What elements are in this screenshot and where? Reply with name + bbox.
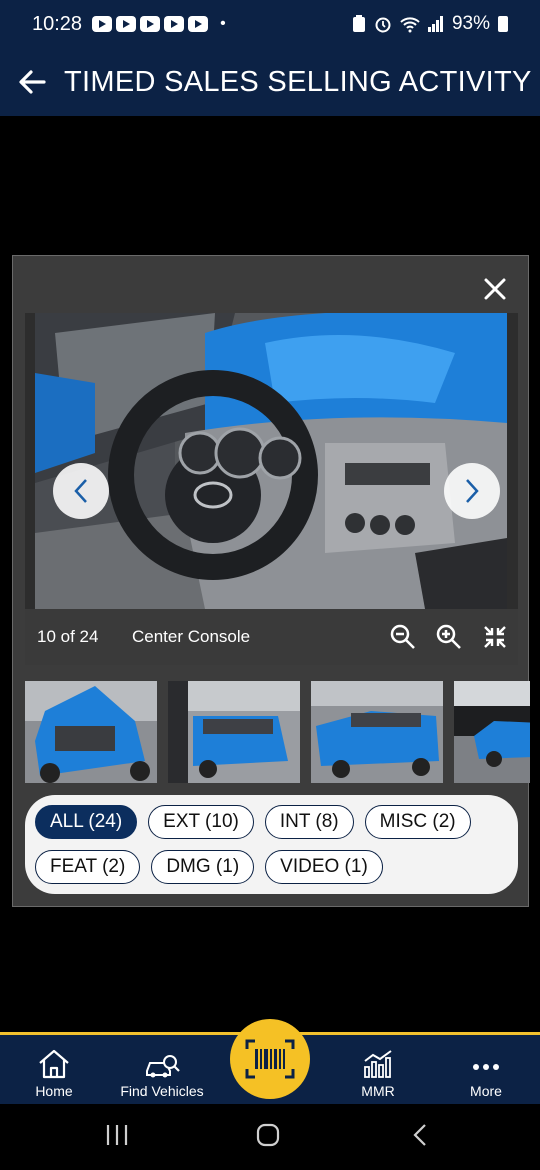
youtube-notification-icon bbox=[188, 16, 209, 32]
nav-more[interactable]: More bbox=[432, 1035, 540, 1107]
vehicle-interior-image bbox=[35, 313, 507, 609]
filter-chip-all[interactable]: ALL (24) bbox=[35, 805, 138, 839]
home-icon bbox=[39, 1049, 69, 1079]
zoom-in-button[interactable] bbox=[426, 609, 472, 665]
filter-chip-video[interactable]: VIDEO (1) bbox=[265, 850, 383, 884]
thumbnail[interactable] bbox=[25, 681, 157, 783]
nav-home[interactable]: Home bbox=[0, 1035, 108, 1107]
battery-saver-icon bbox=[352, 15, 365, 32]
thumbnail-strip[interactable] bbox=[25, 681, 530, 783]
back-system-icon[interactable] bbox=[408, 1122, 434, 1148]
back-button[interactable] bbox=[0, 48, 64, 116]
exit-fullscreen-button[interactable] bbox=[472, 609, 518, 665]
thumbnail[interactable] bbox=[454, 681, 530, 783]
battery-percent: 93% bbox=[451, 13, 490, 34]
photo-gallery-modal: 10 of 24 Center Console ALL (24) EXT (10… bbox=[12, 255, 530, 907]
nav-find-vehicles-label: Find Vehicles bbox=[120, 1083, 204, 1099]
nav-mmr-label: MMR bbox=[361, 1083, 395, 1099]
mmr-chart-icon bbox=[364, 1050, 392, 1078]
more-icon bbox=[473, 1064, 499, 1070]
status-bar: 10:28 • 93% bbox=[0, 0, 540, 48]
collapse-icon bbox=[484, 626, 506, 648]
nav-home-label: Home bbox=[35, 1083, 73, 1099]
photo-caption-bar: 10 of 24 Center Console bbox=[25, 609, 518, 665]
nav-mmr[interactable]: MMR bbox=[324, 1035, 432, 1107]
zoom-out-icon bbox=[390, 624, 415, 649]
close-icon bbox=[484, 278, 506, 300]
previous-photo-button[interactable] bbox=[53, 463, 109, 519]
alarm-icon bbox=[375, 17, 391, 33]
chevron-right-icon bbox=[466, 479, 479, 503]
youtube-notification-icon bbox=[116, 16, 137, 32]
find-vehicles-icon bbox=[146, 1055, 180, 1078]
filter-chip-ext[interactable]: EXT (10) bbox=[148, 805, 254, 839]
barcode-scan-icon bbox=[245, 1039, 295, 1079]
youtube-notification-icon bbox=[92, 16, 113, 32]
nav-find-vehicles[interactable]: Find Vehicles bbox=[108, 1035, 216, 1107]
thumbnail[interactable] bbox=[168, 681, 300, 783]
close-button[interactable] bbox=[480, 274, 510, 304]
filter-chip-int[interactable]: INT (8) bbox=[264, 805, 354, 839]
filter-chip-dmg[interactable]: DMG (1) bbox=[151, 850, 255, 884]
filter-chip-misc[interactable]: MISC (2) bbox=[364, 805, 471, 839]
next-photo-button[interactable] bbox=[444, 463, 500, 519]
page-title: TIMED SALES SELLING ACTIVITY bbox=[64, 65, 532, 98]
zoom-in-icon bbox=[436, 624, 461, 649]
recent-apps-icon[interactable] bbox=[104, 1122, 130, 1148]
status-time: 10:28 bbox=[32, 12, 83, 35]
system-navigation-bar bbox=[0, 1104, 540, 1170]
app-header: TIMED SALES SELLING ACTIVITY bbox=[0, 48, 540, 116]
youtube-notification-icon bbox=[164, 16, 185, 32]
signal-icon bbox=[427, 16, 443, 32]
photo-viewer[interactable]: 10 of 24 Center Console bbox=[25, 313, 518, 665]
photo-caption: Center Console bbox=[132, 627, 251, 646]
chevron-left-icon bbox=[74, 479, 87, 503]
more-notifications-icon: • bbox=[220, 15, 226, 32]
filter-chip-feat[interactable]: FEAT (2) bbox=[35, 850, 141, 884]
wifi-icon bbox=[400, 17, 420, 33]
main-photo bbox=[35, 313, 507, 609]
back-arrow-icon bbox=[19, 70, 46, 94]
zoom-out-button[interactable] bbox=[380, 609, 426, 665]
thumbnail[interactable] bbox=[311, 681, 443, 783]
nav-more-label: More bbox=[470, 1083, 502, 1099]
scan-vin-button[interactable] bbox=[230, 1019, 310, 1099]
youtube-notification-icon bbox=[140, 16, 161, 32]
photo-filter-panel: ALL (24) EXT (10) INT (8) MISC (2) FEAT … bbox=[25, 795, 518, 894]
status-indicators: 93% bbox=[352, 13, 508, 35]
battery-icon bbox=[498, 16, 508, 32]
home-system-icon[interactable] bbox=[255, 1122, 281, 1148]
photo-counter: 10 of 24 bbox=[37, 627, 99, 646]
